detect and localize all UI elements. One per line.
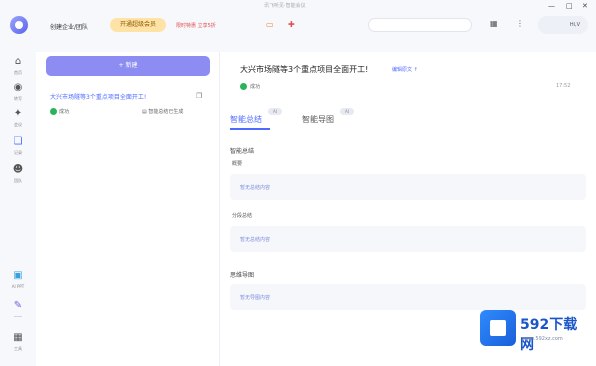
sidebar-item-transcribe[interactable]: ◉ 转写 bbox=[0, 82, 36, 102]
close-icon[interactable]: ✕ bbox=[582, 2, 588, 10]
copy-icon[interactable]: ❐ bbox=[196, 92, 202, 100]
new-button[interactable]: + 新建 bbox=[46, 56, 210, 76]
sidebar-item-feather[interactable]: ✎ —— bbox=[0, 300, 36, 319]
sidebar-item-record[interactable]: ❏ 记录 bbox=[0, 136, 36, 156]
more-icon[interactable]: ⋮ bbox=[516, 19, 524, 28]
promo-banner[interactable]: 限时特惠 立享5折 bbox=[176, 22, 216, 29]
org-selector[interactable]: 创建企业/团队 bbox=[50, 22, 88, 31]
grid-icon[interactable]: ▦ bbox=[490, 19, 498, 28]
success-icon bbox=[240, 83, 247, 90]
sidebar-item-home[interactable]: ⌂ 首页 bbox=[0, 56, 36, 76]
list-item[interactable]: 大兴市场隧等3个重点项目全面开工! ❐ 成功 ▤ 智能总结已生成 bbox=[42, 88, 214, 120]
window-title: 讯飞听见·智能会议 bbox=[264, 3, 306, 9]
tab-indicator bbox=[230, 128, 270, 130]
ai-ppt-icon: ▣ bbox=[13, 270, 23, 281]
segments-box: 暂无总结内容 bbox=[230, 226, 586, 252]
maximize-icon[interactable]: □ bbox=[566, 2, 573, 10]
app-logo-icon bbox=[10, 16, 28, 34]
watermark-brand: 592下载网 bbox=[520, 317, 578, 353]
vip-button[interactable]: 开通超级会员 bbox=[110, 18, 166, 32]
gift-icon[interactable]: ✚ bbox=[288, 20, 295, 29]
section-title-mindmap: 思维导图 bbox=[230, 272, 255, 279]
tab-mindmap[interactable]: 智能导图 bbox=[302, 114, 334, 125]
tools-icon: ▦ bbox=[13, 332, 23, 343]
overview-placeholder: 暂无总结内容 bbox=[240, 185, 271, 191]
section-title-summary: 智能总结 bbox=[230, 148, 255, 155]
sidebar: ⌂ 首页 ◉ 转写 ✦ 会议 ❏ 记录 ☻ 团队 ▣ AI PPT ✎ —— ▦… bbox=[0, 52, 36, 366]
section-subtitle-segments: 分段总结 bbox=[232, 213, 253, 219]
record-status: 成功 bbox=[59, 109, 70, 115]
watermark-url: www.592xz.com bbox=[522, 336, 563, 342]
edit-original-link[interactable]: 编辑原文 ↑ bbox=[392, 66, 418, 73]
page-title: 大兴市场隧等3个重点项目全面开工! bbox=[240, 65, 369, 74]
minimize-icon[interactable]: — bbox=[548, 2, 555, 10]
section-subtitle-overview: 概要 bbox=[232, 161, 243, 167]
team-icon: ☻ bbox=[12, 164, 24, 175]
top-bar: 创建企业/团队 开通超级会员 限时特惠 立享5折 ▭ ✚ 讯飞听见·智能会议 ▦… bbox=[0, 0, 596, 52]
record-summary-link[interactable]: ▤ 智能总结已生成 bbox=[142, 108, 183, 115]
search-input[interactable] bbox=[368, 18, 472, 32]
sidebar-item-meeting[interactable]: ✦ 会议 bbox=[0, 108, 36, 128]
sidebar-item-tools[interactable]: ▦ 工具 bbox=[0, 332, 36, 352]
record-icon: ❏ bbox=[13, 136, 23, 147]
mindmap-placeholder: 暂无导图内容 bbox=[240, 295, 271, 301]
sidebar-item-ai-ppt[interactable]: ▣ AI PPT bbox=[0, 270, 36, 289]
user-avatar[interactable]: Hi,V bbox=[538, 16, 588, 34]
tab-smart-summary[interactable]: 智能总结 bbox=[230, 114, 262, 125]
ai-badge: AI bbox=[268, 108, 282, 115]
success-icon bbox=[50, 108, 57, 115]
transcribe-icon: ◉ bbox=[13, 82, 23, 93]
segments-placeholder: 暂无总结内容 bbox=[240, 237, 271, 243]
meeting-icon: ✦ bbox=[13, 108, 23, 119]
chat-icon[interactable]: ▭ bbox=[266, 20, 274, 29]
feather-icon: ✎ bbox=[13, 300, 23, 311]
record-title: 大兴市场隧等3个重点项目全面开工! bbox=[50, 94, 147, 101]
timestamp: 17:52 bbox=[556, 83, 571, 89]
record-list-panel: + 新建 大兴市场隧等3个重点项目全面开工! ❐ 成功 ▤ 智能总结已生成 bbox=[36, 52, 220, 366]
status-badge: 成功 bbox=[250, 84, 261, 90]
watermark: 592下载网 www.592xz.com bbox=[478, 310, 590, 353]
overview-box: 暂无总结内容 bbox=[230, 174, 586, 200]
home-icon: ⌂ bbox=[14, 56, 22, 67]
watermark-logo-icon bbox=[480, 310, 516, 346]
ai-badge: AI bbox=[340, 108, 354, 115]
sidebar-item-team[interactable]: ☻ 团队 bbox=[0, 164, 36, 184]
mindmap-box: 暂无导图内容 bbox=[230, 284, 586, 310]
